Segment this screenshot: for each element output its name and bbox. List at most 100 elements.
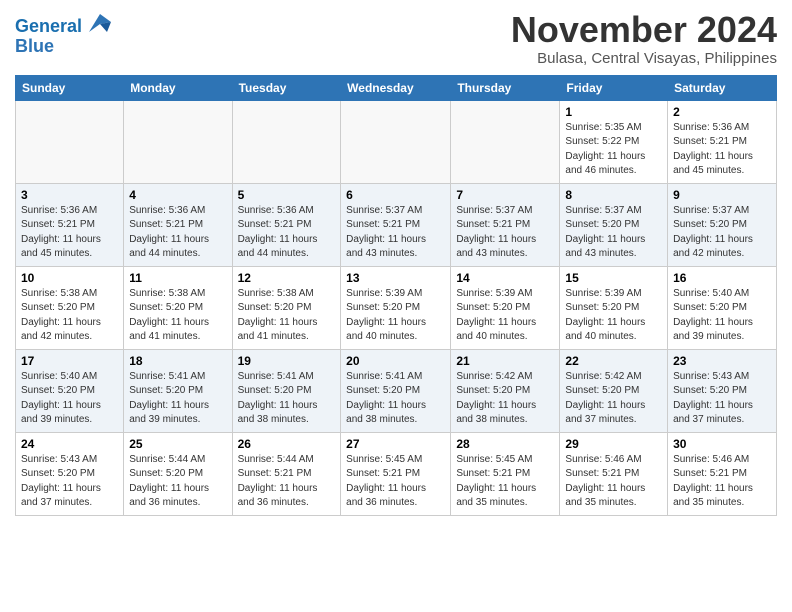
day-number: 4 bbox=[129, 188, 226, 202]
day-info: Sunrise: 5:43 AM Sunset: 5:20 PM Dayligh… bbox=[673, 370, 771, 428]
calendar-header-row: SundayMondayTuesdayWednesdayThursdayFrid… bbox=[16, 75, 777, 100]
calendar-cell: 13 Sunrise: 5:39 AM Sunset: 5:20 PM Dayli… bbox=[341, 266, 451, 349]
day-info: Sunrise: 5:45 AM Sunset: 5:21 PM Dayligh… bbox=[456, 453, 554, 511]
day-number: 23 bbox=[673, 354, 771, 368]
weekday-header: Friday bbox=[560, 75, 668, 100]
day-number: 24 bbox=[21, 437, 118, 451]
day-number: 12 bbox=[238, 271, 336, 285]
location: Bulasa, Central Visayas, Philippines bbox=[511, 50, 777, 67]
day-info: Sunrise: 5:46 AM Sunset: 5:21 PM Dayligh… bbox=[673, 453, 771, 511]
day-info: Sunrise: 5:41 AM Sunset: 5:20 PM Dayligh… bbox=[346, 370, 445, 428]
calendar-cell: 8 Sunrise: 5:37 AM Sunset: 5:20 PM Daylig… bbox=[560, 183, 668, 266]
logo: General Blue bbox=[15, 14, 111, 57]
day-info: Sunrise: 5:36 AM Sunset: 5:21 PM Dayligh… bbox=[673, 121, 771, 179]
calendar-cell: 16 Sunrise: 5:40 AM Sunset: 5:20 PM Dayli… bbox=[668, 266, 777, 349]
weekday-header: Wednesday bbox=[341, 75, 451, 100]
calendar-cell: 2 Sunrise: 5:36 AM Sunset: 5:21 PM Daylig… bbox=[668, 100, 777, 183]
header: General Blue November 2024 Bulasa, Centr… bbox=[15, 10, 777, 67]
calendar-cell: 1 Sunrise: 5:35 AM Sunset: 5:22 PM Daylig… bbox=[560, 100, 668, 183]
day-number: 29 bbox=[565, 437, 662, 451]
day-number: 16 bbox=[673, 271, 771, 285]
weekday-header: Tuesday bbox=[232, 75, 341, 100]
weekday-header: Saturday bbox=[668, 75, 777, 100]
calendar-cell: 27 Sunrise: 5:45 AM Sunset: 5:21 PM Dayli… bbox=[341, 432, 451, 515]
calendar-cell: 5 Sunrise: 5:36 AM Sunset: 5:21 PM Daylig… bbox=[232, 183, 341, 266]
calendar-cell: 12 Sunrise: 5:38 AM Sunset: 5:20 PM Dayli… bbox=[232, 266, 341, 349]
day-info: Sunrise: 5:39 AM Sunset: 5:20 PM Dayligh… bbox=[456, 287, 554, 345]
calendar-cell: 24 Sunrise: 5:43 AM Sunset: 5:20 PM Dayli… bbox=[16, 432, 124, 515]
day-info: Sunrise: 5:37 AM Sunset: 5:21 PM Dayligh… bbox=[456, 204, 554, 262]
page: General Blue November 2024 Bulasa, Centr… bbox=[0, 0, 792, 526]
day-number: 2 bbox=[673, 105, 771, 119]
calendar-cell: 26 Sunrise: 5:44 AM Sunset: 5:21 PM Dayli… bbox=[232, 432, 341, 515]
calendar-cell: 4 Sunrise: 5:36 AM Sunset: 5:21 PM Daylig… bbox=[124, 183, 232, 266]
logo-text: General bbox=[15, 14, 111, 37]
logo-blue: Blue bbox=[15, 37, 111, 57]
day-info: Sunrise: 5:35 AM Sunset: 5:22 PM Dayligh… bbox=[565, 121, 662, 179]
calendar-cell bbox=[124, 100, 232, 183]
day-info: Sunrise: 5:42 AM Sunset: 5:20 PM Dayligh… bbox=[456, 370, 554, 428]
day-number: 13 bbox=[346, 271, 445, 285]
day-number: 7 bbox=[456, 188, 554, 202]
day-info: Sunrise: 5:38 AM Sunset: 5:20 PM Dayligh… bbox=[21, 287, 118, 345]
calendar: SundayMondayTuesdayWednesdayThursdayFrid… bbox=[15, 75, 777, 516]
calendar-cell: 19 Sunrise: 5:41 AM Sunset: 5:20 PM Dayli… bbox=[232, 349, 341, 432]
day-number: 18 bbox=[129, 354, 226, 368]
day-number: 22 bbox=[565, 354, 662, 368]
day-number: 3 bbox=[21, 188, 118, 202]
day-info: Sunrise: 5:36 AM Sunset: 5:21 PM Dayligh… bbox=[238, 204, 336, 262]
weekday-header: Monday bbox=[124, 75, 232, 100]
day-number: 11 bbox=[129, 271, 226, 285]
month-title: November 2024 bbox=[511, 10, 777, 50]
day-info: Sunrise: 5:41 AM Sunset: 5:20 PM Dayligh… bbox=[129, 370, 226, 428]
day-info: Sunrise: 5:39 AM Sunset: 5:20 PM Dayligh… bbox=[346, 287, 445, 345]
day-number: 15 bbox=[565, 271, 662, 285]
calendar-cell: 11 Sunrise: 5:38 AM Sunset: 5:20 PM Dayli… bbox=[124, 266, 232, 349]
calendar-week-row: 3 Sunrise: 5:36 AM Sunset: 5:21 PM Daylig… bbox=[16, 183, 777, 266]
day-info: Sunrise: 5:36 AM Sunset: 5:21 PM Dayligh… bbox=[129, 204, 226, 262]
calendar-week-row: 1 Sunrise: 5:35 AM Sunset: 5:22 PM Daylig… bbox=[16, 100, 777, 183]
day-number: 17 bbox=[21, 354, 118, 368]
calendar-cell: 18 Sunrise: 5:41 AM Sunset: 5:20 PM Dayli… bbox=[124, 349, 232, 432]
calendar-cell: 30 Sunrise: 5:46 AM Sunset: 5:21 PM Dayli… bbox=[668, 432, 777, 515]
day-number: 27 bbox=[346, 437, 445, 451]
title-block: November 2024 Bulasa, Central Visayas, P… bbox=[511, 10, 777, 67]
calendar-cell: 23 Sunrise: 5:43 AM Sunset: 5:20 PM Dayli… bbox=[668, 349, 777, 432]
day-info: Sunrise: 5:45 AM Sunset: 5:21 PM Dayligh… bbox=[346, 453, 445, 511]
day-number: 20 bbox=[346, 354, 445, 368]
day-info: Sunrise: 5:38 AM Sunset: 5:20 PM Dayligh… bbox=[129, 287, 226, 345]
day-info: Sunrise: 5:43 AM Sunset: 5:20 PM Dayligh… bbox=[21, 453, 118, 511]
calendar-cell: 21 Sunrise: 5:42 AM Sunset: 5:20 PM Dayli… bbox=[451, 349, 560, 432]
day-info: Sunrise: 5:44 AM Sunset: 5:21 PM Dayligh… bbox=[238, 453, 336, 511]
day-info: Sunrise: 5:40 AM Sunset: 5:20 PM Dayligh… bbox=[673, 287, 771, 345]
day-info: Sunrise: 5:36 AM Sunset: 5:21 PM Dayligh… bbox=[21, 204, 118, 262]
day-number: 25 bbox=[129, 437, 226, 451]
calendar-cell: 9Sunrise: 5:37 AM Sunset: 5:20 PM Daylig… bbox=[668, 183, 777, 266]
calendar-cell: 29Sunrise: 5:46 AM Sunset: 5:21 PM Dayli… bbox=[560, 432, 668, 515]
day-number: 14 bbox=[456, 271, 554, 285]
calendar-week-row: 24 Sunrise: 5:43 AM Sunset: 5:20 PM Dayli… bbox=[16, 432, 777, 515]
weekday-header: Sunday bbox=[16, 75, 124, 100]
day-info: Sunrise: 5:38 AM Sunset: 5:20 PM Dayligh… bbox=[238, 287, 336, 345]
calendar-cell: 15Sunrise: 5:39 AM Sunset: 5:20 PM Dayli… bbox=[560, 266, 668, 349]
day-info: Sunrise: 5:37 AM Sunset: 5:20 PM Dayligh… bbox=[565, 204, 662, 262]
day-info: Sunrise: 5:37 AM Sunset: 5:21 PM Dayligh… bbox=[346, 204, 445, 262]
calendar-cell bbox=[232, 100, 341, 183]
calendar-cell bbox=[341, 100, 451, 183]
day-number: 21 bbox=[456, 354, 554, 368]
day-info: Sunrise: 5:42 AM Sunset: 5:20 PM Dayligh… bbox=[565, 370, 662, 428]
day-number: 26 bbox=[238, 437, 336, 451]
calendar-cell bbox=[451, 100, 560, 183]
day-number: 1 bbox=[565, 105, 662, 119]
day-number: 30 bbox=[673, 437, 771, 451]
day-info: Sunrise: 5:37 AM Sunset: 5:20 PM Dayligh… bbox=[673, 204, 771, 262]
day-number: 19 bbox=[238, 354, 336, 368]
day-info: Sunrise: 5:41 AM Sunset: 5:20 PM Dayligh… bbox=[238, 370, 336, 428]
day-number: 8 bbox=[565, 188, 662, 202]
calendar-cell: 6Sunrise: 5:37 AM Sunset: 5:21 PM Daylig… bbox=[341, 183, 451, 266]
day-number: 5 bbox=[238, 188, 336, 202]
calendar-cell: 3 Sunrise: 5:36 AM Sunset: 5:21 PM Daylig… bbox=[16, 183, 124, 266]
weekday-header: Thursday bbox=[451, 75, 560, 100]
calendar-week-row: 10Sunrise: 5:38 AM Sunset: 5:20 PM Dayli… bbox=[16, 266, 777, 349]
day-info: Sunrise: 5:44 AM Sunset: 5:20 PM Dayligh… bbox=[129, 453, 226, 511]
